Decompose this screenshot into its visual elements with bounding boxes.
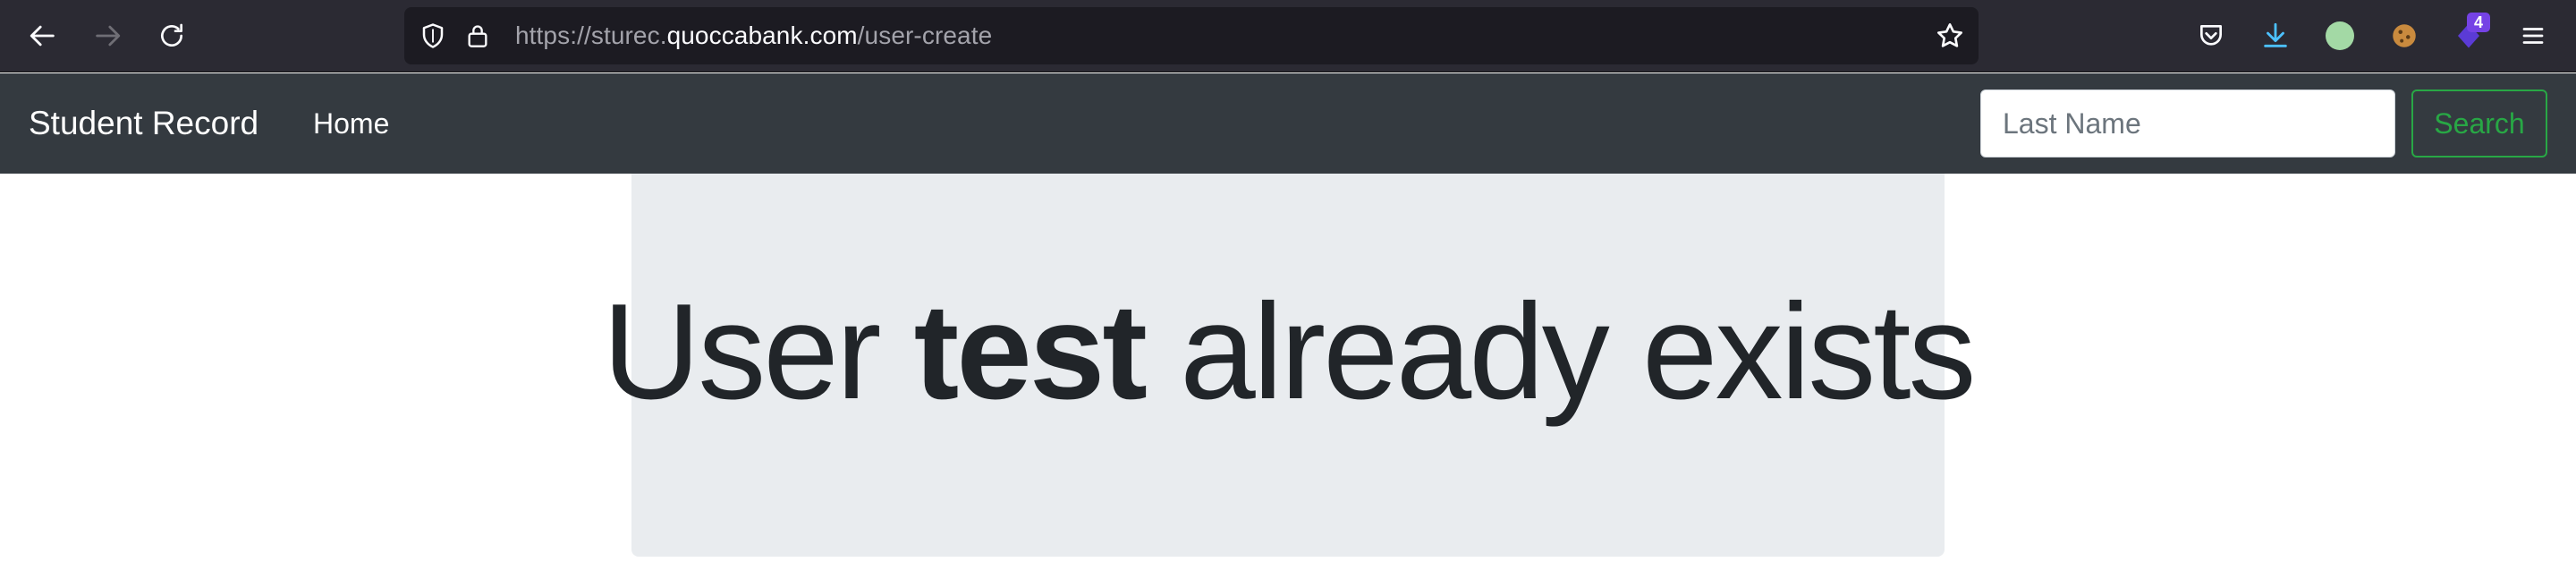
reload-icon bbox=[161, 23, 182, 47]
tracking-shield-icon[interactable] bbox=[417, 20, 449, 52]
forward-button[interactable] bbox=[86, 14, 129, 57]
nav-link-home[interactable]: Home bbox=[313, 73, 389, 174]
cookie-extension-icon[interactable] bbox=[2385, 16, 2424, 55]
back-arrow-icon bbox=[30, 25, 55, 47]
message-username: test bbox=[913, 275, 1148, 428]
lock-icon[interactable] bbox=[462, 20, 494, 52]
message-suffix: already exists bbox=[1144, 275, 1976, 428]
forward-arrow-icon bbox=[96, 25, 121, 47]
message-jumbotron: User test already exists bbox=[603, 174, 1977, 557]
url-bar[interactable]: https://sturec.quoccabank.com/user-creat… bbox=[404, 7, 1979, 64]
app-navbar: Student Record Home Search bbox=[0, 73, 2576, 174]
url-text[interactable]: https://sturec.quoccabank.com/user-creat… bbox=[515, 7, 992, 64]
url-prefix: https://sturec. bbox=[515, 21, 667, 49]
back-button[interactable] bbox=[21, 14, 64, 57]
last-name-search-input[interactable] bbox=[1980, 89, 2395, 158]
search-button[interactable]: Search bbox=[2411, 89, 2547, 158]
extension-green-dot-icon[interactable] bbox=[2320, 16, 2360, 55]
reload-button[interactable] bbox=[150, 14, 193, 57]
user-exists-message: User test already exists bbox=[603, 174, 1977, 557]
extension-badge-count: 4 bbox=[2467, 13, 2490, 32]
url-path: /user-create bbox=[857, 21, 993, 49]
pocket-icon[interactable] bbox=[2191, 16, 2231, 55]
url-domain: quoccabank.com bbox=[666, 21, 858, 49]
menu-hamburger-icon[interactable] bbox=[2513, 16, 2553, 55]
browser-toolbar: https://sturec.quoccabank.com/user-creat… bbox=[0, 0, 2576, 72]
bookmark-star-icon[interactable] bbox=[1934, 20, 1966, 52]
extension-badge-icon[interactable]: 4 bbox=[2449, 13, 2490, 55]
navbar-brand[interactable]: Student Record bbox=[29, 73, 258, 174]
message-prefix: User bbox=[602, 275, 914, 428]
downloads-icon[interactable] bbox=[2256, 16, 2295, 55]
